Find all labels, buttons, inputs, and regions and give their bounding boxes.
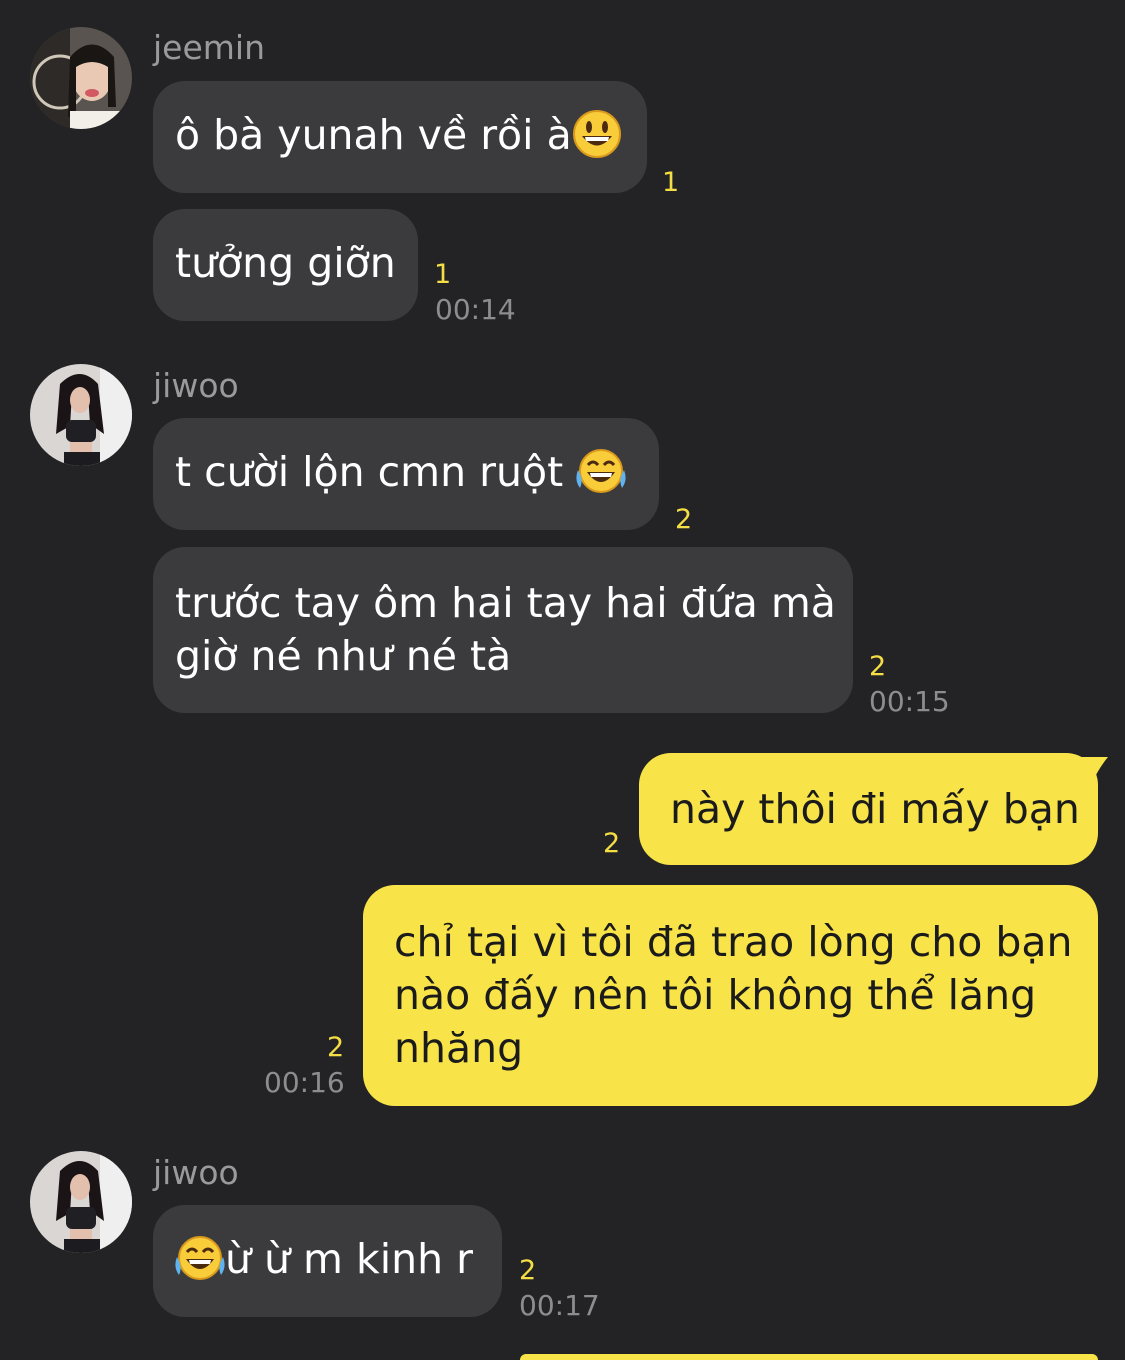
message-bubble[interactable]: ô bà yunah về rồi à [153, 81, 647, 193]
unread-count: 2 [519, 1255, 537, 1286]
unread-count: 1 [434, 259, 452, 290]
message-bubble[interactable]: trước tay ôm hai tay hai đứa mà giờ né n… [153, 547, 853, 713]
timestamp: 00:15 [869, 685, 950, 718]
message-bubble[interactable]: t cười lộn cmn ruột [153, 418, 659, 530]
message-bubble-outgoing[interactable]: chỉ tại vì tôi đã trao lòng cho bạn nào … [363, 885, 1098, 1106]
unread-count: 1 [662, 167, 680, 198]
avatar-jiwoo[interactable] [30, 364, 132, 466]
message-bubble[interactable]: tưởng giỡn [153, 209, 418, 321]
message-text: này thôi đi mấy bạn [670, 785, 1080, 833]
message-text-line: trước tay ôm hai tay hai đứa mà [175, 579, 836, 627]
message-text-line: nhăng [394, 1024, 524, 1072]
unread-count: 2 [327, 1032, 345, 1063]
sender-name: jiwoo [153, 366, 239, 405]
message-text-line: giờ né như né tà [175, 632, 512, 680]
unread-count: 2 [675, 504, 693, 535]
message-bubble[interactable]: ừ ừ m kinh r [153, 1205, 502, 1317]
grinning-face-emoji-icon [572, 109, 622, 159]
timestamp: 00:16 [264, 1066, 345, 1099]
timestamp: 00:17 [519, 1289, 600, 1322]
sender-name: jeemin [153, 28, 266, 67]
unread-count: 2 [603, 828, 621, 859]
message-text: t cười lộn cmn ruột [175, 448, 577, 496]
message-bubble-outgoing[interactable]: này thôi đi mấy bạn [639, 753, 1098, 865]
bubble-tail [1080, 757, 1108, 787]
sender-name: jiwoo [153, 1153, 239, 1192]
message-text-line: chỉ tại vì tôi đã trao lòng cho bạn [394, 918, 1073, 966]
tears-of-joy-emoji-icon [175, 1233, 225, 1283]
message-text: ừ ừ m kinh r [225, 1235, 474, 1283]
message-text-line: nào đấy nên tôi không thể lăng [394, 971, 1037, 1019]
message-bubble-outgoing-partial[interactable] [520, 1354, 1098, 1360]
avatar-jeemin[interactable] [30, 27, 132, 129]
timestamp: 00:14 [435, 293, 516, 326]
message-text: tưởng giỡn [175, 239, 396, 287]
unread-count: 2 [869, 651, 887, 682]
message-text: ô bà yunah về rồi à [175, 111, 572, 159]
tears-of-joy-emoji-icon [576, 446, 626, 496]
avatar-jiwoo[interactable] [30, 1151, 132, 1253]
